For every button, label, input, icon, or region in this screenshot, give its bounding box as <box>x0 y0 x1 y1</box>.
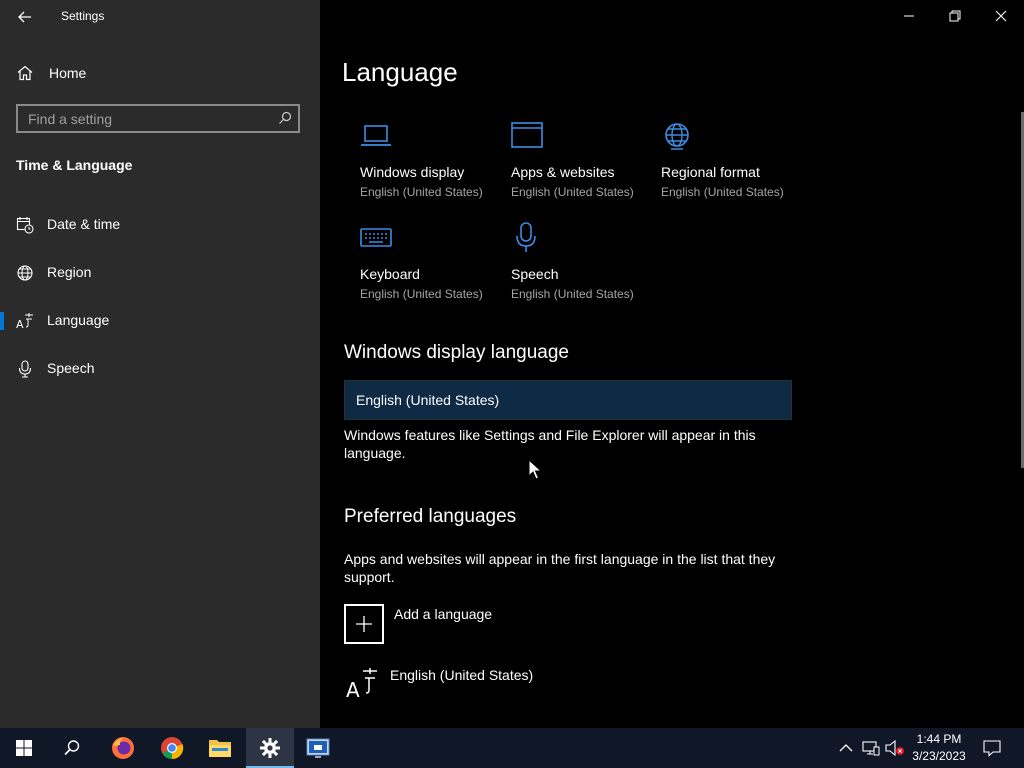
calendar-clock-icon <box>16 217 34 234</box>
selection-indicator <box>0 312 4 330</box>
taskbar-file-explorer[interactable] <box>196 728 244 768</box>
display-language-dropdown[interactable]: English (United States) <box>344 380 792 420</box>
add-language-button[interactable]: Add a language <box>344 604 644 644</box>
minimize-icon <box>904 15 914 17</box>
home-label: Home <box>49 65 87 81</box>
sidebar-item-date-time[interactable]: Date & time <box>0 205 320 245</box>
svg-text:A: A <box>346 678 360 700</box>
home-icon <box>17 65 33 81</box>
restore-icon <box>949 10 961 22</box>
sidebar-item-region[interactable]: Region <box>0 253 320 293</box>
svg-text:A: A <box>16 318 24 330</box>
sidebar-item-label: Region <box>47 264 92 280</box>
tile-keyboard[interactable]: Keyboard English (United States) <box>360 222 510 312</box>
tile-regional-format[interactable]: Regional format English (United States) <box>661 120 811 210</box>
display-language-heading: Windows display language <box>344 342 569 363</box>
taskbar: 1:44 PM 3/23/2023 <box>0 728 1024 768</box>
tile-subtitle: English (United States) <box>511 287 634 301</box>
app-title: Settings <box>61 9 105 23</box>
language-icon: A <box>16 313 33 330</box>
back-button[interactable] <box>14 6 36 28</box>
plus-icon <box>356 616 372 632</box>
remote-app-icon <box>306 738 330 758</box>
clock-date: 3/23/2023 <box>912 749 966 763</box>
sidebar-item-speech[interactable]: Speech <box>0 349 320 389</box>
globe-icon <box>17 265 33 281</box>
taskbar-chrome[interactable] <box>148 728 196 768</box>
microphone-icon <box>18 360 32 378</box>
taskbar-remote-app[interactable] <box>294 728 342 768</box>
tile-name: Regional format <box>661 164 760 180</box>
start-button[interactable] <box>0 728 48 768</box>
clock-time: 1:44 PM <box>916 732 962 746</box>
display-language-description: Windows features like Settings and File … <box>344 427 756 461</box>
taskbar-settings[interactable] <box>246 728 294 768</box>
back-arrow-icon <box>18 11 31 23</box>
globe-icon <box>665 123 689 150</box>
firefox-icon <box>112 737 134 759</box>
microphone-icon <box>516 222 536 252</box>
tile-speech[interactable]: Speech English (United States) <box>511 222 661 312</box>
search-box[interactable] <box>16 104 300 133</box>
volume-tray-button[interactable] <box>885 738 905 758</box>
taskbar-firefox[interactable] <box>99 728 147 768</box>
sidebar-item-language[interactable]: A Language <box>0 301 320 341</box>
tile-apps-websites[interactable]: Apps & websites English (United States) <box>511 120 661 210</box>
close-button[interactable] <box>978 0 1024 32</box>
volume-muted-icon <box>885 740 904 756</box>
tile-name: Speech <box>511 266 559 282</box>
system-clock[interactable]: 1:44 PM 3/23/2023 <box>906 731 972 765</box>
show-hidden-icons-button[interactable] <box>836 738 856 758</box>
search-icon <box>64 740 80 756</box>
tile-subtitle: English (United States) <box>511 185 634 199</box>
action-center-button[interactable] <box>982 738 1002 758</box>
tile-name: Keyboard <box>360 266 420 282</box>
sidebar-item-label: Speech <box>47 360 95 376</box>
preferred-languages-heading: Preferred languages <box>344 506 517 527</box>
preferred-languages-description: Apps and websites will appear in the fir… <box>344 551 776 585</box>
file-explorer-icon <box>209 740 231 757</box>
dropdown-value: English (United States) <box>356 392 500 408</box>
taskbar-search-button[interactable] <box>48 728 96 768</box>
language-list-item[interactable]: A English (United States) <box>344 664 744 704</box>
tile-subtitle: English (United States) <box>360 287 483 301</box>
network-tray-button[interactable] <box>861 738 881 758</box>
sidebar-item-label: Date & time <box>47 216 121 232</box>
network-icon <box>862 741 880 756</box>
sidebar-item-label: Language <box>47 312 110 328</box>
language-icon: A <box>346 668 377 700</box>
search-input[interactable] <box>18 106 268 131</box>
laptop-icon <box>361 125 391 146</box>
chrome-icon <box>161 737 184 760</box>
close-icon <box>995 10 1007 22</box>
main-pane: Language Windows display English (United… <box>320 0 1024 728</box>
section-title: Time & Language <box>16 157 133 173</box>
tile-name: Windows display <box>360 164 465 180</box>
add-box <box>344 604 384 644</box>
minimize-button[interactable] <box>886 0 932 32</box>
notification-icon <box>983 740 1001 757</box>
browser-window-icon <box>511 122 543 148</box>
add-language-label: Add a language <box>394 606 493 622</box>
sidebar: Settings Home Time & Language Date & tim… <box>0 0 320 728</box>
start-icon <box>16 740 32 756</box>
page-title: Language <box>342 57 458 87</box>
restore-button[interactable] <box>932 0 978 32</box>
settings-icon <box>260 738 280 758</box>
search-icon[interactable] <box>278 111 292 125</box>
tile-name: Apps & websites <box>511 164 615 180</box>
keyboard-icon <box>360 228 392 247</box>
chevron-up-icon <box>839 744 853 752</box>
mouse-cursor-icon <box>528 459 542 480</box>
tile-subtitle: English (United States) <box>661 185 784 199</box>
language-name: English (United States) <box>390 667 534 683</box>
home-nav-item[interactable]: Home <box>16 62 86 84</box>
tile-windows-display[interactable]: Windows display English (United States) <box>360 120 510 210</box>
tile-subtitle: English (United States) <box>360 185 483 199</box>
